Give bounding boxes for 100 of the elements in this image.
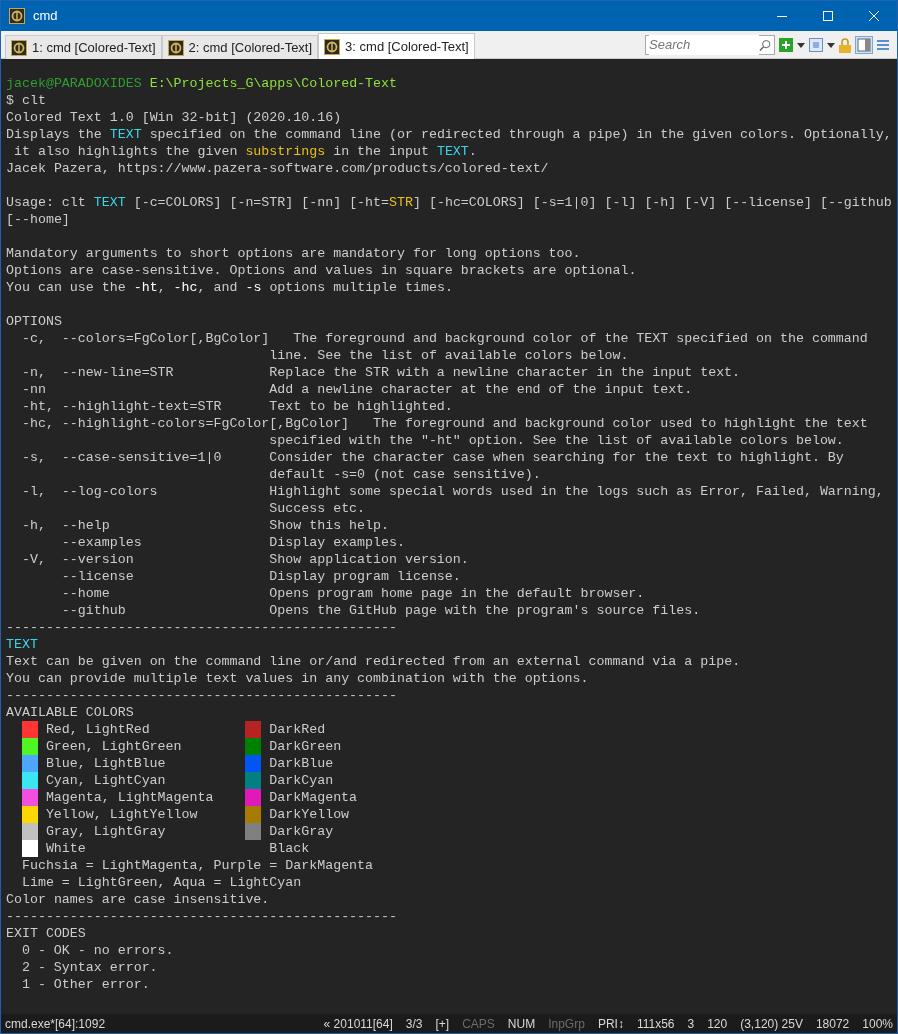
app-icon [167, 39, 184, 56]
color-name: DarkRed [269, 721, 326, 738]
option-description: Replace the STR with a newline character in the input text. [269, 364, 741, 381]
color-name: Cyan, LightCyan [45, 772, 166, 789]
short-option-label: -V, [21, 551, 47, 568]
option-description: line. See the list of available colors below. [269, 347, 629, 364]
short-option-label: -h, [21, 517, 47, 534]
console-line: You can use the -ht, -hc, and -s options multiple times. [6, 279, 453, 296]
console-line: EXIT CODES [6, 925, 86, 942]
search-icon [759, 38, 771, 52]
long-option-label: --case-sensitive=1|0 [61, 449, 223, 466]
color-name: Red, LightRed [45, 721, 150, 738]
option-description: specified with the "-ht" option. See the list of available colors below. [269, 432, 844, 449]
status-item: [+] [435, 1015, 450, 1033]
short-option-label: -n, [21, 364, 47, 381]
status-process: cmd.exe*[64]:1092 [5, 1015, 107, 1033]
status-item: NUM [507, 1015, 536, 1033]
app-icon [11, 39, 27, 56]
color-name: Blue, LightBlue [45, 755, 166, 772]
option-description: Opens the GitHub page with the program's source files. [269, 602, 701, 619]
option-description: Add a newline character at the end of the input text. [269, 381, 693, 398]
color-name: Gray, LightGray [45, 823, 166, 840]
console-line: ------------------------------------------------- [6, 619, 397, 636]
close-icon [869, 11, 879, 21]
option-description: Display program license. [269, 568, 461, 585]
status-item: CAPS [462, 1015, 495, 1033]
console-line: ------------------------------------------------- [6, 908, 397, 925]
option-description: Opens program home page in the default browser. [269, 585, 645, 602]
status-item: 18072 [815, 1015, 850, 1033]
option-description: Text to be highlighted. [269, 398, 453, 415]
status-item: 3/3 [405, 1015, 423, 1033]
color-name: White [45, 840, 86, 857]
status-item: 120 [707, 1015, 728, 1033]
option-description: The foreground and background color of the TEXT specified on the command [293, 330, 868, 347]
short-option-label: -ht, [21, 398, 55, 415]
console-line: Jacek Pazera, https://www.pazera-software.com/products/colored-text/ [6, 160, 549, 177]
search-field[interactable]: Search [645, 35, 775, 55]
color-name: Yellow, LightYellow [45, 806, 198, 823]
option-description: Highlight some special words used in the logs such as Error, Failed, Warning, [269, 483, 884, 500]
console-line: [--home] [6, 211, 70, 228]
console-line: Colored Text 1.0 [Win 32-bit] (2020.10.16) [6, 109, 342, 126]
short-option-label: -l, [21, 483, 47, 500]
app-icon [9, 8, 25, 24]
color-name: DarkMagenta [269, 789, 358, 806]
window-title: cmd [33, 7, 59, 26]
option-description: The foreground and background color used to highlight the text [373, 415, 868, 432]
console-line: Fuchsia = LightMagenta, Purple = DarkMagenta [20, 857, 374, 874]
console-line: Options are case-sensitive. Options and values in square brackets are optional. [6, 262, 637, 279]
long-option-label: --help [61, 517, 111, 534]
long-option-label: --colors=FgColor[,BgColor] [61, 330, 270, 347]
option-description: Consider the character case when searching for the text to highlight. By [269, 449, 844, 466]
console-line: $ clt [6, 92, 46, 109]
status-item: 100% [862, 1015, 893, 1033]
option-description: Success etc. [269, 500, 366, 517]
option-description: Display examples. [269, 534, 405, 551]
app-icon [324, 38, 341, 55]
color-name: DarkCyan [269, 772, 334, 789]
tab[interactable]: 3: cmd [Colored-Text] [318, 33, 475, 59]
console-line: Lime = LightGreen, Aqua = LightCyan [20, 874, 302, 891]
color-name: Green, LightGreen [45, 738, 182, 755]
tab[interactable]: 1: cmd [Colored-Text] [5, 35, 162, 59]
tab[interactable]: 2: cmd [Colored-Text] [161, 35, 319, 59]
long-option-label: --highlight-colors=FgColor[,BgColor] [61, 415, 350, 432]
console-line: 0 - OK - no errors. [20, 942, 174, 959]
long-option-label: --version [61, 551, 135, 568]
panel-icon[interactable] [855, 36, 873, 54]
status-item: 111x56 [636, 1015, 675, 1033]
console-line: 2 - Syntax error. [20, 959, 158, 976]
status-item: « 201011[64] [323, 1015, 393, 1033]
long-option-label: --log-colors [61, 483, 159, 500]
color-name: Magenta, LightMagenta [45, 789, 214, 806]
console-line: 1 - Other error. [20, 976, 150, 993]
short-option-label: -hc, [21, 415, 55, 432]
long-option-label: --license [61, 568, 135, 585]
console-line: ------------------------------------------------- [6, 687, 397, 704]
maximize-icon [823, 11, 833, 21]
menu-icon[interactable] [877, 39, 889, 51]
console-line: it also highlights the given substrings in the input TEXT. [12, 143, 477, 160]
color-name: DarkGreen [269, 738, 342, 755]
long-option-label: --highlight-text=STR [61, 398, 223, 415]
caret-icon[interactable] [797, 42, 805, 48]
short-option-label: -c, [21, 330, 47, 347]
console-line: Displays the TEXT specified on the command line (or redirected through a pipe) in the given colors. Optionally, [6, 126, 892, 143]
prompt-path: E:\Projects_G\apps\Colored-Text [149, 75, 398, 92]
console-line: Mandatory arguments to short options are mandatory for long options too. [6, 245, 581, 262]
long-option-label: --new-line=STR [61, 364, 175, 381]
short-option-label: -nn [21, 381, 47, 398]
console-line: TEXT [6, 636, 38, 653]
console-line: Color names are case insensitive. [6, 891, 270, 908]
prompt-user: jacek@PARADOXIDES [6, 75, 142, 92]
status-item: (3,120) 25V [740, 1015, 803, 1033]
console-line: Text can be given on the command line or/and redirected from an external command via a pipe. [6, 653, 741, 670]
color-name: DarkYellow [269, 806, 350, 823]
caret-icon[interactable] [827, 42, 835, 48]
console-line: OPTIONS [6, 313, 62, 330]
long-option-label: --github [61, 602, 127, 619]
option-description: Show this help. [269, 517, 389, 534]
console-line: Usage: clt TEXT [-c=COLORS] [-n=STR] [-nn] [-ht=STR] [-hc=COLORS] [-s=1|0] [-l] [-h] [-V] [--license] [--github [6, 194, 892, 211]
console-line: AVAILABLE COLORS [6, 704, 134, 721]
status-item: InpGrp [548, 1015, 585, 1033]
